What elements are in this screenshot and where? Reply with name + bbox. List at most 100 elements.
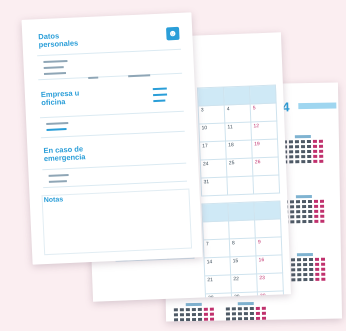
mini-month-day xyxy=(179,313,184,317)
mini-month-day xyxy=(314,209,319,213)
mini-month-day xyxy=(185,313,190,317)
mini-month-day xyxy=(289,145,294,149)
mini-month-week xyxy=(284,209,325,214)
mini-month-day xyxy=(231,312,236,316)
calendar-day-cell: 25 xyxy=(226,158,254,178)
calendar-day-cell: 4 xyxy=(224,104,252,124)
mini-month-day xyxy=(295,145,300,149)
mini-month-day xyxy=(320,209,325,213)
mini-month-week xyxy=(284,204,325,209)
mini-month-day xyxy=(320,204,325,208)
mini-month-day xyxy=(226,317,231,321)
calendar-day-cell: 8 xyxy=(229,238,257,258)
mini-month-day xyxy=(318,139,323,143)
mini-month-day xyxy=(296,205,301,209)
calendar-day-cell: 18 xyxy=(226,140,253,160)
mini-month-day xyxy=(255,311,260,315)
mini-month-day xyxy=(261,306,266,310)
mini-month-day xyxy=(309,267,314,272)
mini-month-day xyxy=(295,160,300,164)
mini-month-day xyxy=(203,307,208,311)
calendar-header-cell xyxy=(228,202,256,222)
mini-month-day xyxy=(313,154,318,158)
mini-month xyxy=(284,252,326,284)
mini-month-day xyxy=(192,317,197,322)
mini-month-day xyxy=(309,272,314,277)
mini-month-day xyxy=(290,215,295,219)
mini-month-week xyxy=(226,316,267,321)
mini-month-week xyxy=(283,159,324,164)
field-line xyxy=(43,72,67,76)
mini-month-day xyxy=(302,210,307,214)
mini-month-day xyxy=(232,317,237,321)
mini-month-title xyxy=(185,302,202,307)
mini-month-day xyxy=(301,145,306,149)
mini-month-day xyxy=(243,307,248,311)
mini-month-day xyxy=(180,318,185,322)
mini-month-day xyxy=(198,317,203,321)
calendar-header-cell xyxy=(254,201,282,221)
calendar-day-cell: 10 xyxy=(199,123,227,143)
mini-month-title xyxy=(294,134,311,139)
mini-month-day xyxy=(289,150,294,154)
field-line xyxy=(88,76,99,80)
mini-month-day xyxy=(301,160,306,164)
mini-month-week xyxy=(282,139,323,144)
mini-month-day xyxy=(308,209,313,214)
field-line xyxy=(46,121,69,125)
mini-month-week xyxy=(283,144,324,149)
calendar-day-cell: 21 xyxy=(205,275,232,295)
mini-month-day xyxy=(315,267,320,271)
mini-month-week xyxy=(225,311,266,316)
mini-month-week xyxy=(285,267,326,272)
mini-month-day xyxy=(313,144,318,148)
section-title-personal: Datos personales xyxy=(38,31,79,50)
calendar-day-cell: 3 xyxy=(198,105,226,125)
mini-month-day xyxy=(302,220,307,224)
mini-month xyxy=(283,194,325,226)
calendar-header-cell xyxy=(197,87,225,107)
mini-month-day xyxy=(185,308,190,312)
calendar-day-cell: 31 xyxy=(201,177,229,197)
mini-month-day xyxy=(306,139,311,144)
mini-month-day xyxy=(307,159,312,164)
mini-month-day xyxy=(231,307,236,311)
mini-month-day xyxy=(319,144,324,148)
field-line xyxy=(48,180,67,183)
calendar-day-cell xyxy=(255,219,282,239)
mini-month-day xyxy=(309,262,314,267)
mini-month-day xyxy=(313,159,318,163)
divider xyxy=(37,48,182,57)
mini-month-week xyxy=(225,306,266,311)
section-title-company: Empresa u oficina xyxy=(40,88,80,108)
mini-month-day xyxy=(295,150,300,154)
mini-month-day xyxy=(314,204,319,208)
mini-month-week xyxy=(285,262,326,267)
mini-month-day xyxy=(191,312,196,317)
mini-month-day xyxy=(320,219,325,223)
calendar-grid-bottom: 789141516212223282930 xyxy=(201,200,285,302)
mini-month-title xyxy=(237,301,254,306)
mini-month-day xyxy=(250,316,255,321)
mini-month-day xyxy=(209,307,214,311)
field-line xyxy=(153,93,168,97)
divider xyxy=(40,130,185,139)
calendar-day-cell: 11 xyxy=(225,122,253,142)
mini-month-day xyxy=(319,199,325,203)
mini-month-week xyxy=(285,272,326,277)
mini-month-day xyxy=(209,312,214,316)
mini-month-day xyxy=(307,154,312,159)
mini-month-day xyxy=(249,311,254,316)
mini-month-day xyxy=(297,278,302,282)
mini-month-day xyxy=(243,312,248,316)
field-line xyxy=(48,174,69,177)
mini-month-day xyxy=(314,214,319,218)
mini-month-week xyxy=(173,312,214,317)
mini-month-day xyxy=(290,220,295,224)
mini-month-day xyxy=(301,150,306,154)
mini-month-day xyxy=(290,258,296,262)
calendar-day-cell: 12 xyxy=(251,121,279,141)
person-icon: ☻ xyxy=(166,26,180,41)
calendar-header-cell xyxy=(249,85,277,105)
mini-month-day xyxy=(291,278,296,282)
